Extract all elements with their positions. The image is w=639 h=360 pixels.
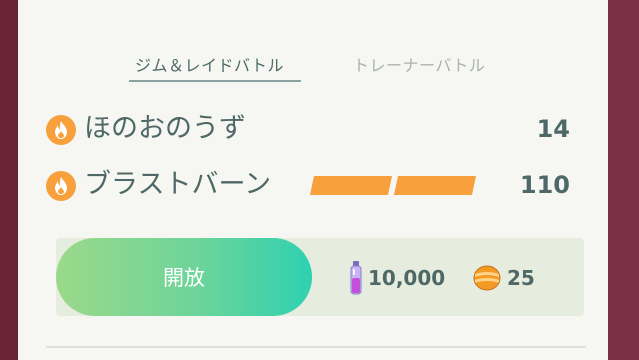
energy-bar-1	[309, 176, 393, 195]
battle-type-tabs: ジム＆レイドバトル トレーナーバトル	[18, 44, 608, 84]
candy-icon	[473, 265, 501, 291]
tab-trainer-battle[interactable]: トレーナーバトル	[353, 52, 485, 76]
unlock-button[interactable]: 開放	[56, 238, 312, 316]
stardust-cost: 10,000	[350, 258, 445, 298]
candy-cost: 25	[473, 258, 535, 298]
charged-move-power: 110	[519, 171, 570, 199]
charged-move-row: ブラストバーン 110	[46, 167, 586, 203]
active-tab-underline	[129, 80, 301, 82]
stardust-amount: 10,000	[368, 266, 446, 290]
energy-bar-2	[393, 176, 477, 195]
background-left	[0, 0, 18, 360]
move-details-panel: ジム＆レイドバトル トレーナーバトル ほのおのうず 14 ブラストバーン 110…	[18, 0, 608, 360]
fire-type-icon	[46, 115, 76, 145]
stardust-icon	[350, 261, 362, 295]
background-right	[607, 0, 639, 360]
unlock-button-label: 開放	[163, 266, 205, 290]
divider	[46, 346, 586, 348]
fast-move-name: ほのおのうず	[84, 113, 246, 144]
charged-move-name: ブラストバーン	[84, 169, 272, 200]
tab-gym-raid-battle[interactable]: ジム＆レイドバトル	[135, 52, 284, 76]
fast-move-row: ほのおのうず 14	[46, 111, 586, 147]
fast-move-power: 14	[536, 115, 570, 143]
candy-amount: 25	[507, 266, 535, 290]
fire-type-icon	[46, 171, 76, 201]
